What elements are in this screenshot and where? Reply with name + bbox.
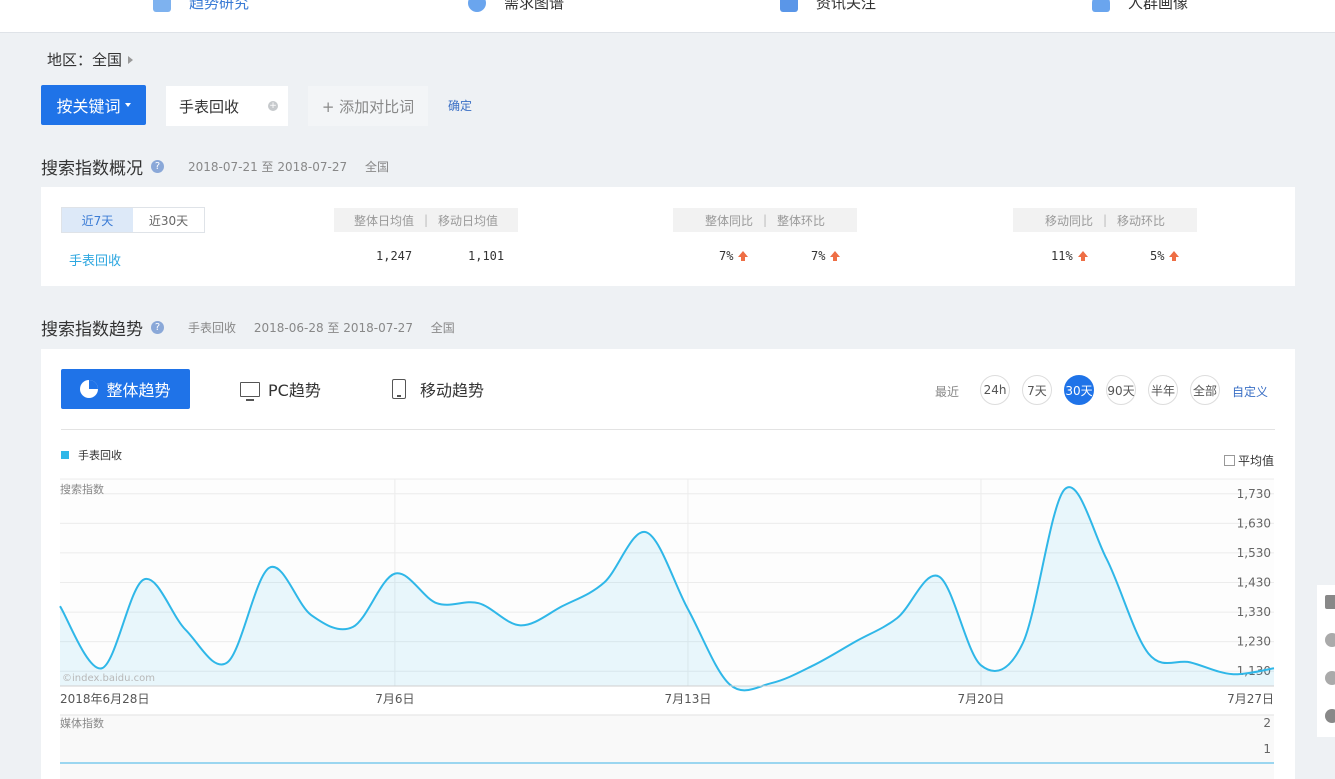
arrow-up-icon	[830, 251, 841, 261]
header-mom-all: 整体环比	[777, 213, 826, 228]
keyword-mode-button[interactable]: 按关键词	[41, 85, 146, 125]
keyword-input[interactable]: 手表回收 +	[166, 86, 288, 126]
header-yoy-all: 整体同比	[704, 213, 753, 228]
help-icon[interactable]: ?	[151, 321, 164, 334]
value-avg-mobile: 1,101	[468, 249, 505, 263]
nav-item-label: 需求图谱	[504, 0, 565, 12]
header-avg-all: 整体日均值	[353, 213, 414, 228]
overview-meta: 2018-07-21 至 2018-07-27 全国	[188, 158, 403, 175]
media-y-tick-label: 1	[1263, 742, 1271, 756]
y-tick-label: 1,330	[1237, 605, 1271, 619]
watermark: ©index.baidu.com	[62, 673, 155, 684]
user-icon	[1092, 0, 1110, 12]
y-tick-label: 1,630	[1237, 516, 1271, 530]
trend-meta: 手表回收 2018-06-28 至 2018-07-27 全国	[188, 319, 469, 336]
period-tabs: 近7天 近30天	[61, 207, 205, 233]
news-icon	[780, 0, 798, 12]
header-mobile-compare: 移动同比 | 移动环比	[1013, 208, 1197, 232]
share-icon[interactable]	[1325, 633, 1335, 647]
value-mom-mobile: 5%	[1150, 249, 1180, 263]
trend-title: 搜索指数趋势	[41, 320, 143, 340]
search-index-chart[interactable]: 1,1301,2301,3301,4301,5301,6301,7302018年…	[41, 349, 1295, 779]
x-tick-label: 7月27日	[1227, 692, 1274, 706]
feedback-icon[interactable]	[1325, 595, 1335, 609]
caret-down-icon	[124, 103, 131, 107]
help-icon[interactable]: ?	[151, 160, 164, 173]
header-avg-mobile: 移动日均值	[438, 213, 499, 228]
x-tick-label: 7月6日	[375, 692, 414, 706]
y-tick-label: 1,430	[1237, 576, 1271, 590]
location-pin-icon	[468, 0, 486, 12]
nav-item-label: 人群画像	[1128, 0, 1189, 12]
nav-item-label: 资讯关注	[816, 0, 877, 12]
arrow-up-icon	[738, 251, 749, 261]
nav-item-demand[interactable]: 需求图谱	[468, 0, 564, 13]
trend-icon	[153, 0, 171, 12]
header-all-compare: 整体同比 | 整体环比	[673, 208, 857, 232]
media-label: 媒体指数	[60, 716, 104, 730]
chevron-right-icon	[128, 55, 134, 64]
overview-title: 搜索指数概况	[41, 159, 143, 179]
nav-item-news[interactable]: 资讯关注	[780, 0, 876, 13]
header-mom-mobile: 移动环比	[1117, 213, 1166, 228]
tab-30-days[interactable]: 近30天	[133, 208, 204, 232]
plus-circle-icon[interactable]: +	[268, 101, 278, 111]
value-yoy-all: 7%	[719, 249, 749, 263]
trend-date-range: 2018-06-28 至 2018-07-27	[253, 321, 413, 335]
tab-7-days[interactable]: 近7天	[62, 208, 133, 232]
trend-region: 全国	[430, 321, 455, 335]
add-compare-button[interactable]: + 添加对比词	[308, 86, 428, 126]
media-plot-area	[60, 715, 1274, 779]
star-icon[interactable]	[1325, 671, 1335, 685]
arrow-up-icon	[1077, 251, 1088, 261]
side-toolbar	[1317, 585, 1335, 737]
overview-panel: 近7天 近30天 整体日均值 | 移动日均值 整体同比 | 整体环比 移动同比 …	[41, 187, 1295, 286]
header-daily-avg: 整体日均值 | 移动日均值	[334, 208, 518, 232]
trend-panel: 整体趋势 PC趋势 移动趋势 最近 24h 7天 30天 90天 半年 全部 自…	[41, 349, 1295, 779]
x-tick-label: 7月13日	[664, 692, 711, 706]
trend-header: 搜索指数趋势 ? 手表回收 2018-06-28 至 2018-07-27 全国	[41, 315, 469, 340]
x-tick-label: 7月20日	[958, 692, 1005, 706]
value-mom-all: 7%	[811, 249, 841, 263]
region-selector[interactable]: 地区： 全国	[47, 49, 134, 70]
overview-date-range: 2018-07-21 至 2018-07-27	[188, 160, 348, 174]
keyword-text: 手表回收	[179, 97, 240, 116]
value-avg-all: 1,247	[376, 249, 413, 263]
y-tick-label: 1,230	[1237, 635, 1271, 649]
y-tick-label: 1,530	[1237, 546, 1271, 560]
top-nav: 趋势研究 需求图谱 资讯关注 人群画像	[0, 0, 1335, 33]
x-tick-label: 2018年6月28日	[60, 692, 149, 706]
media-y-tick-label: 2	[1263, 716, 1271, 730]
nav-item-label: 趋势研究	[189, 0, 250, 12]
keyword-mode-label: 按关键词	[56, 97, 121, 116]
region-label: 地区：	[47, 51, 93, 69]
header-yoy-mobile: 移动同比	[1044, 213, 1093, 228]
value-yoy-mobile: 11%	[1051, 249, 1088, 263]
confirm-link[interactable]: 确定	[448, 97, 472, 114]
y-axis-label: 搜索指数	[60, 482, 104, 496]
y-tick-label: 1,730	[1237, 487, 1271, 501]
region-value: 全国	[92, 51, 123, 69]
overview-header: 搜索指数概况 ? 2018-07-21 至 2018-07-27 全国	[41, 154, 403, 179]
trend-keyword: 手表回收	[188, 321, 237, 335]
nav-item-trend[interactable]: 趋势研究	[153, 0, 249, 13]
overview-region: 全国	[364, 160, 389, 174]
arrow-up-icon	[1169, 251, 1180, 261]
nav-item-audience[interactable]: 人群画像	[1092, 0, 1188, 13]
overview-keyword-link[interactable]: 手表回收	[69, 250, 121, 269]
help-circle-icon[interactable]	[1325, 709, 1335, 723]
